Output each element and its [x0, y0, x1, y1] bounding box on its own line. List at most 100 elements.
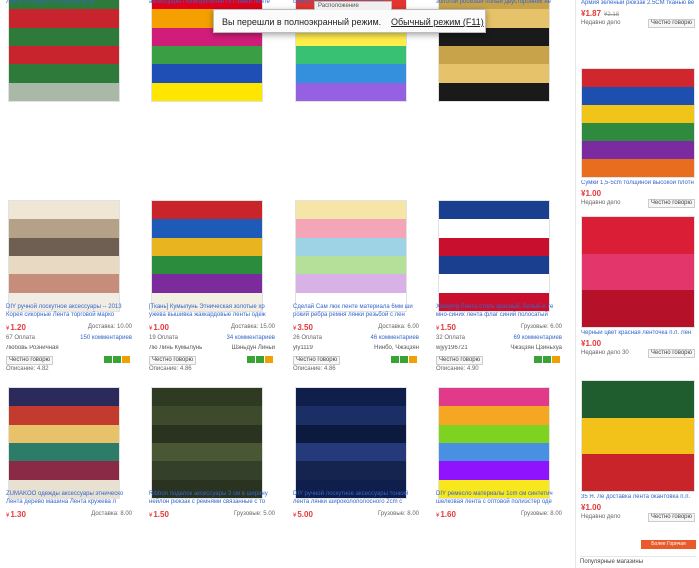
ribbon-stripe — [439, 64, 549, 83]
reviews-link[interactable]: 150 комментариев — [80, 335, 132, 341]
product-image[interactable] — [8, 387, 120, 499]
payment-count: 19 Оплата — [149, 335, 178, 341]
price-value: 1.00 — [585, 503, 602, 512]
old-price: ¥2.18 — [604, 12, 620, 18]
recent-deals: Недавно дело — [581, 20, 621, 26]
sidebar-item-image[interactable] — [581, 380, 695, 492]
honest-badge[interactable]: Честно говорю — [293, 356, 341, 365]
ribbon-stripe — [9, 388, 119, 407]
product-card[interactable]: Ribbon поделок аксессуары 3 см в ширину … — [143, 387, 279, 568]
product-title[interactable]: Xiaoying Лента стиль красный, белый и те… — [436, 303, 560, 319]
ribbon-stripe — [582, 417, 694, 455]
product-title[interactable]: Бесплатная доставка в течение 29 Junjun … — [149, 0, 273, 6]
product-title[interactable]: Сделай Сам люк ленте материала 6мм ши ро… — [293, 303, 417, 319]
seller-name[interactable]: Любовь Розничная — [6, 345, 76, 351]
product-title[interactable]: Ribbon поделок аксессуары 3 см в ширину … — [149, 490, 273, 506]
product-image[interactable] — [295, 387, 407, 499]
product-image[interactable] — [151, 387, 263, 499]
sidebar-item-title[interactable]: Армия зеленый рюкзак 2.5CM тканью ве — [581, 0, 695, 7]
seller-name[interactable]: Лю Линь Кумылунь — [149, 345, 219, 351]
product-title[interactable]: Красные и зеленые полосатые ленты лента … — [6, 0, 130, 6]
honest-badge[interactable]: Честно говорю — [149, 356, 197, 365]
price-value: 1.00 — [585, 339, 602, 348]
product-card[interactable]: Красные и зеленые полосатые ленты лента … — [0, 0, 136, 190]
description-rating: Описание: 4.90 — [436, 366, 479, 372]
honest-badge[interactable]: Честно говорю — [647, 349, 695, 358]
product-title[interactable]: DIY ручной лоскутное аксессуары -- 2013 … — [6, 303, 130, 319]
ribbon-stripe — [582, 104, 694, 123]
seller-name[interactable]: wjyy196721 — [436, 345, 506, 351]
reviews-link[interactable]: 34 комментариев — [226, 335, 275, 341]
sidebar-item-image[interactable] — [581, 216, 695, 328]
product-price: ¥1.50 — [149, 510, 169, 519]
ribbon-stripe — [296, 274, 406, 293]
sidebar-item-title[interactable]: 35 Я. Ле доставка лента окантовка п.п. — [581, 494, 695, 501]
product-image[interactable] — [438, 387, 550, 499]
more-hot-button[interactable]: Более Горячая — [641, 540, 696, 549]
fullscreen-grip[interactable]: Расположение — [314, 1, 392, 10]
reviews-link[interactable]: 46 комментариев — [370, 335, 419, 341]
service-icon — [256, 356, 264, 363]
service-icon — [265, 356, 273, 363]
product-card[interactable]: DIY ручной лоскутное аксессуары -- 2013 … — [0, 200, 136, 390]
service-icon — [391, 356, 399, 363]
ribbon-stripe — [152, 274, 262, 293]
honest-badge[interactable]: Честно говорю — [647, 199, 695, 208]
sidebar-item-title[interactable]: Сумки 1,5-5cm толщиной высокой плотн — [581, 180, 695, 187]
currency-symbol: ¥ — [293, 326, 297, 332]
product-card[interactable]: Xiaoying Лента стиль красный, белый и те… — [430, 200, 566, 390]
ribbon-stripe — [9, 256, 119, 275]
sidebar-item-price: ¥1.00 — [581, 503, 601, 512]
product-card[interactable]: [Ткань] Кумылунь Этническая золотые хр у… — [143, 200, 279, 390]
sidebar-item-price: ¥1.00 — [581, 189, 601, 198]
ribbon-stripe — [152, 46, 262, 65]
service-icon — [400, 356, 408, 363]
description-rating: Описание: 4.86 — [293, 366, 336, 372]
ribbon-stripe — [9, 274, 119, 293]
sidebar-item-title[interactable]: Черный цвет красная ленточка п.п. Лен — [581, 330, 695, 337]
product-card[interactable]: Сделай Сам люк ленте материала 6мм ши ро… — [287, 200, 423, 390]
ribbon-stripe — [152, 64, 262, 83]
ribbon-stripe — [9, 406, 119, 425]
sidebar-item-image[interactable] — [581, 68, 695, 178]
product-card[interactable]: DIY ремесло материалы 1cm см синтетич ше… — [430, 387, 566, 568]
product-title[interactable]: Pearl аксессуары - 2,5 см в ширину золот… — [436, 0, 560, 6]
payment-count: 32 Оплата — [436, 335, 465, 341]
ribbon-stripe — [296, 424, 406, 443]
honest-badge[interactable]: Честно говорю — [647, 19, 695, 28]
ribbon-stripe — [582, 454, 694, 491]
seller-location: Шэньдун Линьи — [231, 345, 275, 351]
product-image[interactable] — [295, 200, 407, 312]
ribbon-stripe — [9, 46, 119, 65]
product-title[interactable]: ZUMAKOO одежды аксессуары этническо Лент… — [6, 490, 130, 506]
ribbon-stripe — [296, 201, 406, 220]
product-image[interactable] — [8, 200, 120, 312]
shipping-cost: Доставка: 8.00 — [91, 511, 132, 517]
product-title[interactable]: [Ткань] Кумылунь Этническая золотые хр у… — [149, 303, 273, 319]
currency-symbol: ¥ — [6, 326, 10, 332]
price-value: 3.50 — [297, 323, 313, 332]
product-title[interactable]: DIY ручной лоскутное аксессуары тонкий л… — [293, 490, 417, 506]
reviews-link[interactable]: 69 комментариев — [513, 335, 562, 341]
seller-name[interactable]: yly1119 — [293, 345, 363, 351]
service-badges — [391, 356, 417, 363]
exit-fullscreen-link[interactable]: Обычный режим (F11) — [391, 17, 484, 27]
product-image[interactable] — [8, 0, 120, 102]
seller-location: Нинбо, Чжэцзян — [374, 345, 419, 351]
ribbon-stripe — [582, 123, 694, 141]
ribbon-stripe — [439, 237, 549, 256]
product-card[interactable]: ZUMAKOO одежды аксессуары этническо Лент… — [0, 387, 136, 568]
product-title[interactable]: DIY ремесло материалы 1cm см синтетич ше… — [436, 490, 560, 506]
product-card[interactable]: DIY ручной лоскутное аксессуары тонкий л… — [287, 387, 423, 568]
price-value: 5.00 — [297, 510, 313, 519]
recent-deals: Недавно дело — [581, 200, 621, 206]
honest-badge[interactable]: Честно говорю — [647, 513, 695, 522]
product-image[interactable] — [438, 200, 550, 312]
honest-badge[interactable]: Честно говорю — [6, 356, 54, 365]
honest-badge[interactable]: Честно говорю — [436, 356, 484, 365]
service-icon — [104, 356, 112, 363]
price-value: 1.50 — [440, 323, 456, 332]
product-price: ¥3.50 — [293, 323, 313, 332]
product-image[interactable] — [151, 200, 263, 312]
price-value: 1.20 — [10, 323, 26, 332]
